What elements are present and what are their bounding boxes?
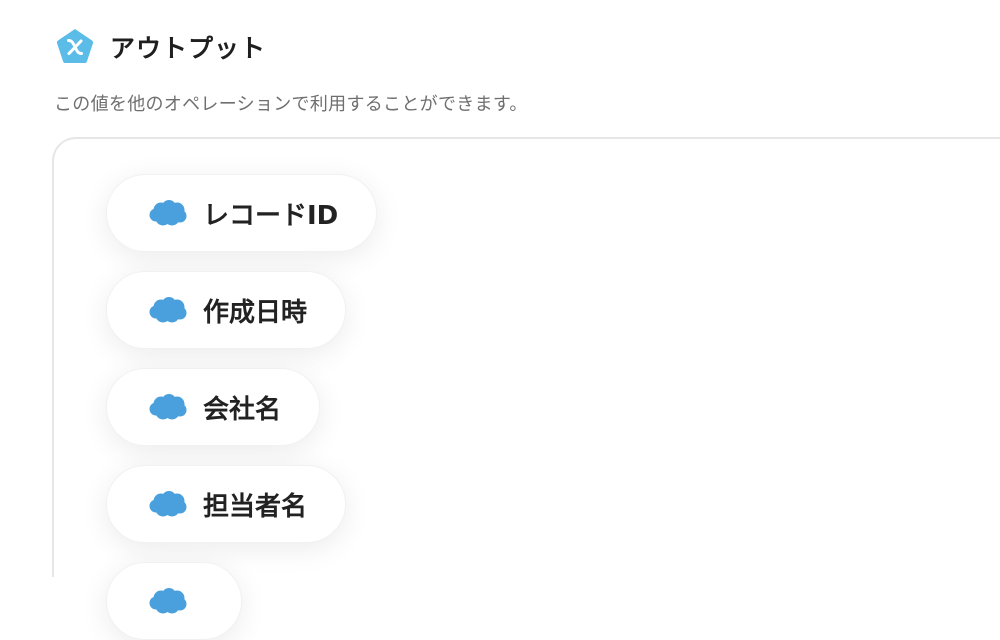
output-chip-label: レコードID [203,200,339,231]
output-chip-label: 担当者名 [203,491,308,522]
section-title: アウトプット [110,34,267,63]
output-chip-contact-name[interactable]: 担当者名 [106,465,347,543]
output-chip-created-at[interactable]: 作成日時 [106,271,347,349]
yoom-pentagon-icon [56,29,94,63]
output-list-panel: レコードID 作成日時 会社名 担当者名 [52,137,1000,640]
salesforce-cloud-icon [149,200,187,226]
salesforce-cloud-icon [149,588,187,614]
output-chip-record-id[interactable]: レコードID [106,174,378,252]
output-header: アウトプット [54,26,266,68]
section-description: この値を他のオペレーションで利用することができます。 [54,94,528,115]
output-chip-partial[interactable] [106,562,242,640]
salesforce-cloud-icon [149,394,187,420]
output-chip-company-name[interactable]: 会社名 [106,368,321,446]
salesforce-cloud-icon [149,297,187,323]
output-chip-label: 会社名 [203,394,282,425]
salesforce-cloud-icon [149,491,187,517]
output-chip-label: 作成日時 [203,297,308,328]
